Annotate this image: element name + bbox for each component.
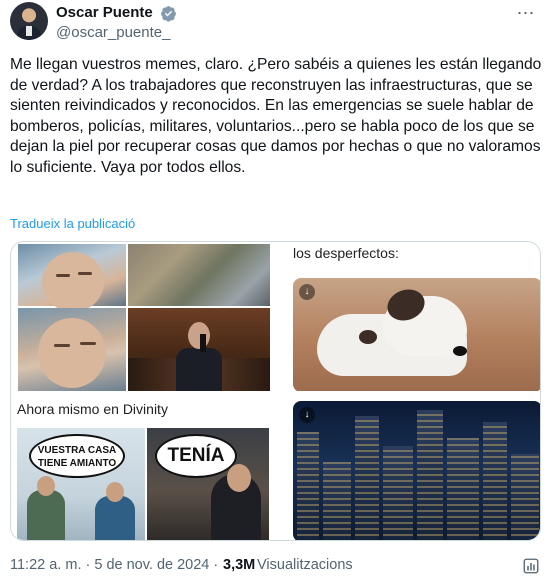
media-grid: los desperfectos: ↓ Ahora mismo en Divin… [10,241,541,541]
download-icon[interactable]: ↓ [299,407,315,423]
meme-collage [18,244,270,391]
author-handle[interactable]: @oscar_puente_ [56,24,170,41]
views-label: Visualitzacions [257,557,353,573]
translate-link[interactable]: Tradueix la publicació [10,216,135,231]
speech-bubble-left: VUESTRA CASA TIENE AMIANTO [29,434,125,478]
speech-bubble-right: TENÍA [155,434,237,478]
timestamp[interactable]: 11:22 a. m. · 5 de nov. de 2024 · [10,557,218,573]
media-image-4[interactable]: ↓ [277,393,540,540]
meme-caption-2: los desperfectos: [293,245,399,261]
tweet-footer: 11:22 a. m. · 5 de nov. de 2024 · 3,3M V… [10,556,542,578]
man-on-phone [176,322,222,391]
tweet-text: Me llegan vuestros memes, claro. ¿Pero s… [10,56,546,176]
avatar-shirt [26,26,32,36]
more-options-icon[interactable]: ⋯ [514,4,538,26]
meme-comic: VUESTRA CASA TIENE AMIANTO TENÍA [17,428,269,540]
city-skyline-image: ↓ [293,401,540,540]
media-image-1[interactable] [11,242,274,391]
meme-panel-landslide [128,244,270,306]
analytics-icon[interactable] [522,557,540,575]
dog-image: ↓ [293,278,540,391]
meme-panel-face-2 [18,308,126,391]
tweet-header: Oscar Puente @oscar_puente_ ⋯ [10,2,540,44]
verified-badge-icon [161,6,176,22]
author-name[interactable]: Oscar Puente [56,4,153,21]
meme-panel-parliament [128,308,270,391]
meme-panel-face-1 [18,244,126,312]
avatar[interactable] [10,2,48,40]
meme-caption-3: Ahora mismo en Divinity [17,401,168,417]
media-image-2[interactable]: los desperfectos: ↓ [277,242,540,391]
views-count: 3,3M [223,557,256,573]
download-icon[interactable]: ↓ [299,284,315,300]
media-image-3[interactable]: Ahora mismo en Divinity VUESTRA CASA TIE… [11,393,274,540]
